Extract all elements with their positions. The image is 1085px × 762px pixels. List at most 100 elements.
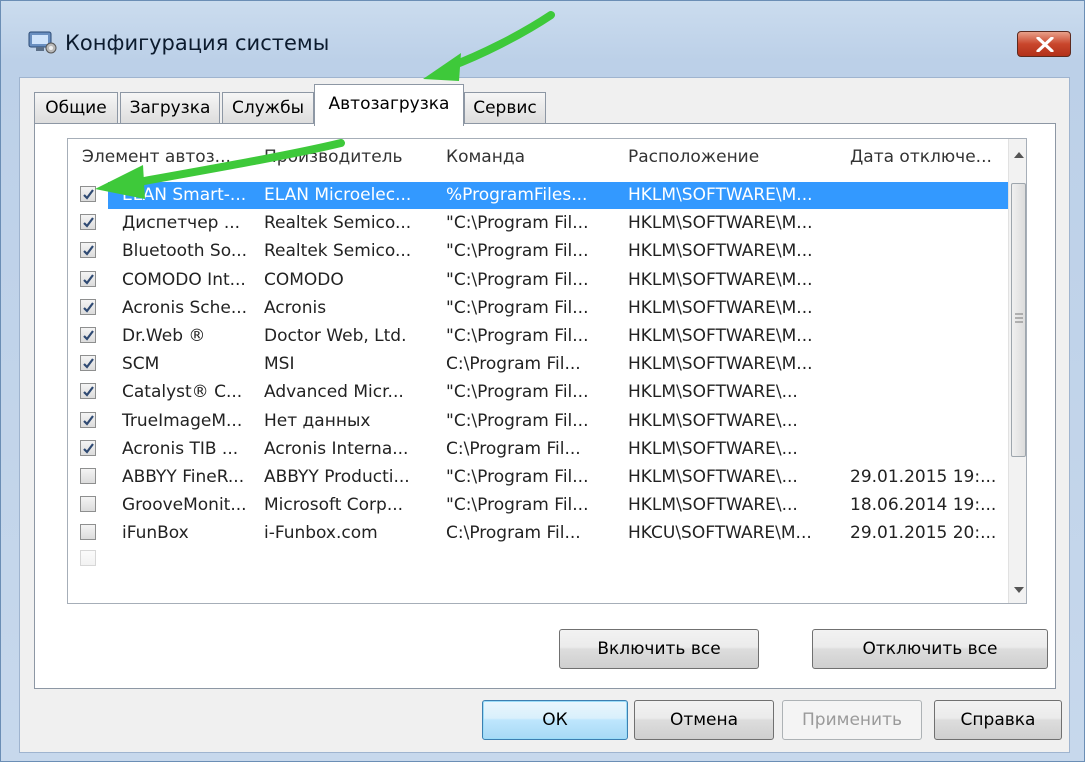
cell-command: "C:\Program Fil...	[446, 241, 589, 262]
table-row[interactable]: Dr.Web ® Doctor Web, Ltd. "C:\Program Fil.…	[68, 322, 1008, 350]
cell-vendor: i-Funbox.com	[264, 523, 378, 544]
cell-command: C:\Program Fil...	[446, 523, 581, 544]
tab-tools[interactable]: Сервис	[464, 92, 546, 124]
checkbox-check-icon	[83, 245, 94, 257]
cell-location: HKLM\SOFTWARE\M...	[628, 326, 813, 346]
cell-location: HKLM\SOFTWARE\M...	[628, 354, 813, 375]
startup-panel: Элемент автоз... Производитель Команда Р…	[34, 123, 1056, 689]
close-button[interactable]	[1017, 31, 1071, 57]
partial-row	[68, 545, 1008, 573]
checkbox[interactable]	[80, 186, 96, 202]
disable-all-button[interactable]: Отключить все	[812, 629, 1048, 669]
checkbox[interactable]	[80, 468, 96, 484]
checkbox-check-icon	[83, 358, 94, 369]
checkbox[interactable]	[80, 270, 96, 287]
column-header-command[interactable]: Команда	[446, 147, 525, 167]
cell-date: 18.06.2014 19:...	[850, 495, 997, 516]
table-row[interactable]: Диспетчер ... Realtek Semico... "C:\Progra…	[68, 209, 1008, 237]
checkbox[interactable]	[80, 298, 96, 315]
tab-label: Автозагрузка	[328, 94, 450, 114]
cell-item: ABBYY FineR...	[122, 467, 245, 487]
tab-startup[interactable]: Автозагрузка	[314, 84, 464, 126]
window-title: Конфигурация системы	[65, 31, 330, 55]
checkbox[interactable]	[80, 496, 96, 513]
tab-general[interactable]: Общие	[34, 92, 118, 124]
checkbox[interactable]	[80, 242, 96, 259]
scroll-down-icon[interactable]	[1014, 587, 1024, 593]
vertical-scrollbar[interactable]	[1008, 139, 1026, 603]
cell-item: Dr.Web ®	[122, 326, 206, 346]
cancel-button[interactable]: Отмена	[634, 700, 774, 740]
checkbox-check-icon	[83, 443, 94, 454]
tab-label: Службы	[231, 98, 305, 118]
title-bar[interactable]: Конфигурация системы	[1, 1, 1085, 81]
cell-item: COMODO Int...	[122, 269, 246, 290]
cell-vendor: Doctor Web, Ltd.	[264, 326, 407, 346]
checkbox[interactable]	[80, 550, 96, 566]
startup-list[interactable]: Элемент автоз... Производитель Команда Р…	[67, 138, 1027, 604]
cell-item: SCM	[122, 354, 160, 375]
cell-command: C:\Program Fil...	[446, 354, 581, 375]
window: Конфигурация системы Общие Загрузка Служ…	[0, 0, 1085, 762]
table-row[interactable]: GrooveMonit... Microsoft Corp... "C:\Progr…	[68, 491, 1008, 519]
table-row[interactable]: COMODO Int... COMODO "C:\Program Fil... HKL…	[68, 266, 1008, 294]
column-header-item[interactable]: Элемент автоз...	[82, 147, 231, 167]
table-row[interactable]: Acronis TIB ... Acronis Interna... C:\Prog…	[68, 435, 1008, 463]
checkbox[interactable]	[80, 524, 96, 541]
cell-item: Acronis TIB ...	[122, 438, 239, 459]
tab-services[interactable]: Службы	[222, 92, 314, 124]
cell-command: "C:\Program Fil...	[446, 213, 589, 234]
cell-date: 29.01.2015 19:...	[850, 467, 997, 487]
cell-item: ELAN Smart-...	[122, 185, 247, 205]
cell-vendor: Realtek Semico...	[264, 241, 412, 262]
table-row[interactable]: iFunBox i-Funbox.com C:\Program Fil... HKCU…	[68, 519, 1008, 547]
table-row[interactable]: ABBYY FineR... ABBYY Producti... "C:\Progr…	[68, 463, 1008, 491]
help-button[interactable]: Справка	[934, 700, 1062, 740]
cell-item: iFunBox	[122, 523, 189, 544]
checkbox-check-icon	[83, 302, 94, 313]
cell-vendor: Microsoft Corp...	[264, 495, 404, 516]
cell-location: HKLM\SOFTWARE\M...	[628, 185, 813, 205]
column-header-vendor[interactable]: Производитель	[264, 147, 403, 167]
table-row[interactable]: TrueImageM... Нет данных "C:\Program Fil..…	[68, 407, 1008, 435]
checkbox-check-icon	[83, 189, 94, 200]
cell-item: Bluetooth So...	[122, 241, 248, 262]
table-row[interactable]: SCM MSI C:\Program Fil... HKLM\SOFTWARE\M..…	[68, 350, 1008, 378]
cell-location: HKLM\SOFTWARE\M...	[628, 297, 813, 318]
scroll-up-icon[interactable]	[1014, 152, 1024, 158]
checkbox[interactable]	[80, 411, 96, 428]
table-row[interactable]: Bluetooth So... Realtek Semico... "C:\Prog…	[68, 237, 1008, 265]
table-row[interactable]: ELAN Smart-... ELAN Microelec... %ProgramF…	[68, 181, 1018, 209]
cell-command: "C:\Program Fil...	[446, 410, 589, 431]
column-header-date[interactable]: Дата отключе...	[850, 147, 992, 167]
table-row[interactable]: Acronis Sche... Acronis "C:\Program Fil...…	[68, 294, 1008, 322]
cell-command: "C:\Program Fil...	[446, 495, 589, 516]
grip-icon	[1015, 313, 1023, 323]
checkbox-check-icon	[83, 386, 94, 398]
cell-vendor: COMODO	[264, 269, 344, 290]
enable-all-button[interactable]: Включить все	[559, 629, 759, 669]
table-row[interactable]: Catalyst® C... Advanced Micr... "C:\Progra…	[68, 378, 1008, 406]
checkbox[interactable]	[80, 383, 96, 400]
tab-label: Сервис	[473, 98, 537, 118]
apply-button: Применить	[782, 700, 922, 740]
scrollbar-thumb[interactable]	[1011, 183, 1026, 457]
cell-location: HKLM\SOFTWARE\...	[628, 410, 798, 431]
cell-location: HKLM\SOFTWARE\M...	[628, 269, 813, 290]
cell-vendor: ABBYY Producti...	[264, 467, 410, 487]
checkbox[interactable]	[80, 439, 96, 456]
tab-label: Загрузка	[129, 98, 211, 118]
checkbox-check-icon	[83, 414, 94, 426]
checkbox-check-icon	[83, 273, 94, 285]
column-header-location[interactable]: Расположение	[628, 147, 759, 167]
checkbox[interactable]	[80, 214, 96, 231]
cell-item: Диспетчер ...	[122, 213, 241, 234]
cell-item: GrooveMonit...	[122, 495, 247, 516]
checkbox[interactable]	[80, 327, 96, 343]
cell-item: TrueImageM...	[122, 410, 243, 431]
cell-command: "C:\Program Fil...	[446, 382, 589, 403]
cell-command: %ProgramFiles...	[446, 185, 588, 205]
tab-boot[interactable]: Загрузка	[120, 92, 220, 124]
checkbox[interactable]	[80, 355, 96, 372]
ok-button[interactable]: ОК	[482, 700, 628, 740]
